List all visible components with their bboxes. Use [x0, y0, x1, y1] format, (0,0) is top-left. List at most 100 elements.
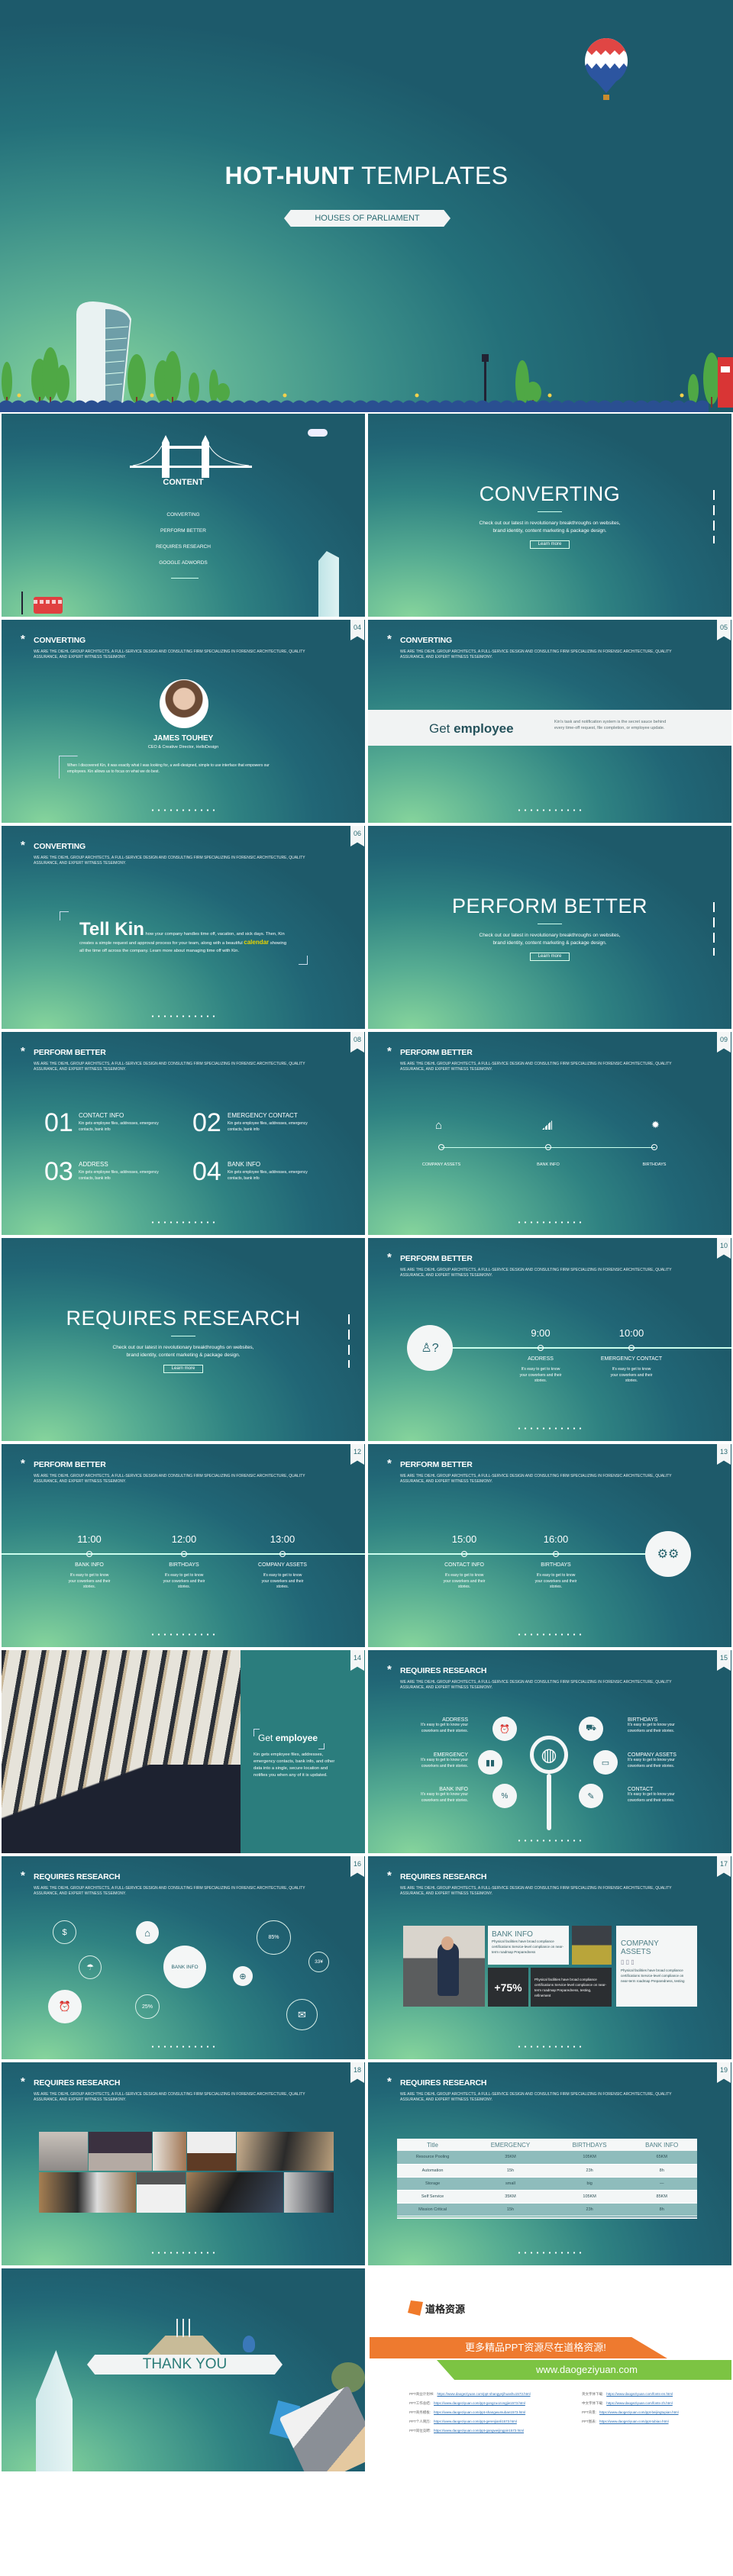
- table-cell: Automation: [397, 2164, 469, 2178]
- slide-08: * PERFORM BETTER WE ARE THE DIEHL GROUP …: [2, 1032, 365, 1235]
- resource-link[interactable]: https://www.daogeziyuan.com/fonts-en.htm…: [606, 2392, 673, 2396]
- timeline-node[interactable]: [279, 1551, 286, 1557]
- resource-link[interactable]: https://www.daogeziyuan.com/fonts-zh.htm…: [606, 2401, 673, 2405]
- pagination-dots[interactable]: [150, 1015, 217, 1017]
- pagination-dots[interactable]: [516, 1221, 583, 1224]
- bracket-top-left: [60, 911, 69, 920]
- timeline-label: CONTACT INFO: [444, 1562, 484, 1568]
- laptop-photo: [89, 2132, 152, 2171]
- slide-desc: WE ARE THE DIEHL GROUP ARCHITECTS, A FUL…: [400, 650, 672, 659]
- slide-title: PERFORM BETTER: [400, 1048, 473, 1057]
- learn-more-button[interactable]: Learn more: [163, 1365, 203, 1373]
- feature-right-1: BIRTHDAYS It's easy to get to know your c…: [628, 1717, 685, 1734]
- table-cell: 105KM: [552, 2151, 627, 2165]
- resource-link[interactable]: https://www.daogeziyuan.com/ppt-shangwum…: [434, 2410, 525, 2414]
- resource-link[interactable]: https://www.daogeziyuan.com/ppt-gongzuoz…: [434, 2401, 525, 2405]
- laptop-photo: [187, 2132, 236, 2171]
- pagination-dots[interactable]: [516, 2252, 583, 2254]
- feature-text: It's easy to get to know your coworkers …: [628, 1758, 675, 1768]
- contents-item-google-adwords[interactable]: GOOGLE ADWORDS: [2, 560, 365, 566]
- resource-link[interactable]: https://www.daogeziyuan.com/ppt-tubiao.h…: [599, 2420, 669, 2423]
- site-url[interactable]: www.daogeziyuan.com: [536, 2364, 638, 2375]
- pagination-dots[interactable]: [150, 2046, 217, 2048]
- link-label: 中文字体下载:: [582, 2401, 604, 2405]
- timeline-node[interactable]: [651, 1144, 657, 1150]
- laptop-photo: [153, 2132, 186, 2171]
- timeline-node[interactable]: [628, 1345, 635, 1351]
- home-icon: ⌂: [435, 1119, 443, 1132]
- table-cell: Resource Pooling: [397, 2151, 469, 2165]
- learn-more-button[interactable]: Learn more: [530, 953, 570, 961]
- pagination-dots[interactable]: [516, 2046, 583, 2048]
- resource-link[interactable]: https://www.daogeziyuan.com/ppt-shangyej…: [438, 2392, 531, 2396]
- bracket-bottom-right: [299, 956, 308, 965]
- green-banner: www.daogeziyuan.com: [437, 2360, 731, 2380]
- timeline-node[interactable]: [86, 1551, 92, 1557]
- tell-kin-heading: Tell Kin: [79, 919, 144, 940]
- slide-desc: WE ARE THE DIEHL GROUP ARCHITECTS, A FUL…: [34, 856, 305, 866]
- item-text: Kin gets employee files, addresses, emer…: [228, 1121, 308, 1132]
- pagination-dots[interactable]: [150, 809, 217, 811]
- feature-text: It's easy to get to know your coworkers …: [628, 1723, 675, 1733]
- heading-bold: employee: [275, 1733, 318, 1743]
- resource-link[interactable]: https://www.daogeziyuan.com/ppt-beijingt…: [599, 2410, 679, 2414]
- pagination-dots[interactable]: [516, 1839, 583, 1842]
- get-employee-heading: Get employee: [258, 1733, 318, 1743]
- timeline-node[interactable]: [438, 1144, 444, 1150]
- table-cell: Mission Critical: [397, 2203, 469, 2217]
- slide-desc: WE ARE THE DIEHL GROUP ARCHITECTS, A FUL…: [34, 1474, 305, 1484]
- pagination-dots[interactable]: [516, 1633, 583, 1636]
- vertical-nav-bars[interactable]: [713, 902, 715, 956]
- asterisk-icon: *: [387, 1045, 392, 1058]
- vertical-nav-bars[interactable]: [713, 490, 715, 543]
- item-text: Kin gets employee files, addresses, emer…: [228, 1170, 308, 1181]
- resource-link[interactable]: https://www.daogeziyuan.com/ppt-gerenjia…: [434, 2420, 517, 2423]
- skyscraper-icon: [318, 551, 339, 617]
- cover-slide: HOT-HUNT TEMPLATES HOUSES OF PARLIAMENT: [0, 0, 733, 412]
- laptop-photo: [39, 2172, 136, 2213]
- item-title: CONTACT INFO: [79, 1112, 124, 1119]
- table-bottom-rule: [397, 2217, 697, 2219]
- timeline-node[interactable]: [553, 1551, 559, 1557]
- pagination-dots[interactable]: [150, 2252, 217, 2254]
- company-assets-card: COMPANY ASSETS ▯ ▯ ▯ Physical facilities…: [616, 1926, 697, 2007]
- pagination-dots[interactable]: [150, 1221, 217, 1224]
- hot-air-balloon-icon: [584, 38, 628, 103]
- timeline-time: 13:00: [270, 1533, 295, 1545]
- resource-link[interactable]: https://www.daogeziyuan.com/ppt-gangweij…: [434, 2429, 524, 2433]
- contents-item-requires-research[interactable]: REQUIRES RESEARCH: [2, 544, 365, 550]
- contents-item-converting[interactable]: CONVERTING: [2, 512, 365, 517]
- person-name: JAMES TOUHEY: [153, 734, 214, 743]
- timeline-node[interactable]: [461, 1551, 467, 1557]
- section-text-line: brand identity, content marketing & pack…: [492, 940, 607, 946]
- slide-desc: WE ARE THE DIEHL GROUP ARCHITECTS, A FUL…: [34, 1886, 305, 1896]
- pagination-dots[interactable]: [516, 809, 583, 811]
- section-text-line: Check out our latest in revolutionary br…: [479, 933, 621, 938]
- asterisk-icon: *: [387, 1663, 392, 1676]
- asterisk-icon: *: [387, 1251, 392, 1264]
- vertical-nav-bars[interactable]: [348, 1314, 350, 1368]
- feature-title: BIRTHDAYS: [628, 1717, 658, 1723]
- employee-text: Kin gets employee files, addresses, emer…: [253, 1752, 335, 1778]
- laptop-hands-icon: [279, 2385, 365, 2471]
- item-title: EMERGENCY CONTACT: [228, 1112, 298, 1119]
- pagination-dots[interactable]: [516, 1427, 583, 1430]
- lamp-post: [482, 354, 489, 408]
- timeline-node[interactable]: [538, 1345, 544, 1351]
- slide-desc: WE ARE THE DIEHL GROUP ARCHITECTS, A FUL…: [400, 1680, 672, 1690]
- pagination-dots[interactable]: [150, 1633, 217, 1636]
- slide-09: * PERFORM BETTER WE ARE THE DIEHL GROUP …: [368, 1032, 731, 1235]
- asterisk-icon: *: [21, 839, 25, 852]
- orange-banner: 更多精品PPT资源尽在道格资源!: [370, 2337, 667, 2358]
- learn-more-button[interactable]: Learn more: [530, 540, 570, 549]
- chat-bubbles-icon: ✉: [286, 1999, 318, 2030]
- timeline-node[interactable]: [545, 1144, 551, 1150]
- timeline-label: BIRTHDAYS: [642, 1162, 667, 1167]
- contents-item-perform-better[interactable]: PERFORM BETTER: [2, 528, 365, 534]
- timeline-node[interactable]: [181, 1551, 187, 1557]
- slide-title: REQUIRES RESEARCH: [400, 1666, 487, 1675]
- page-number: 15: [717, 1650, 731, 1671]
- yen-33-bubble: 33¥: [308, 1952, 329, 1972]
- slide-title: CONVERTING: [34, 842, 86, 851]
- divider: [538, 511, 562, 512]
